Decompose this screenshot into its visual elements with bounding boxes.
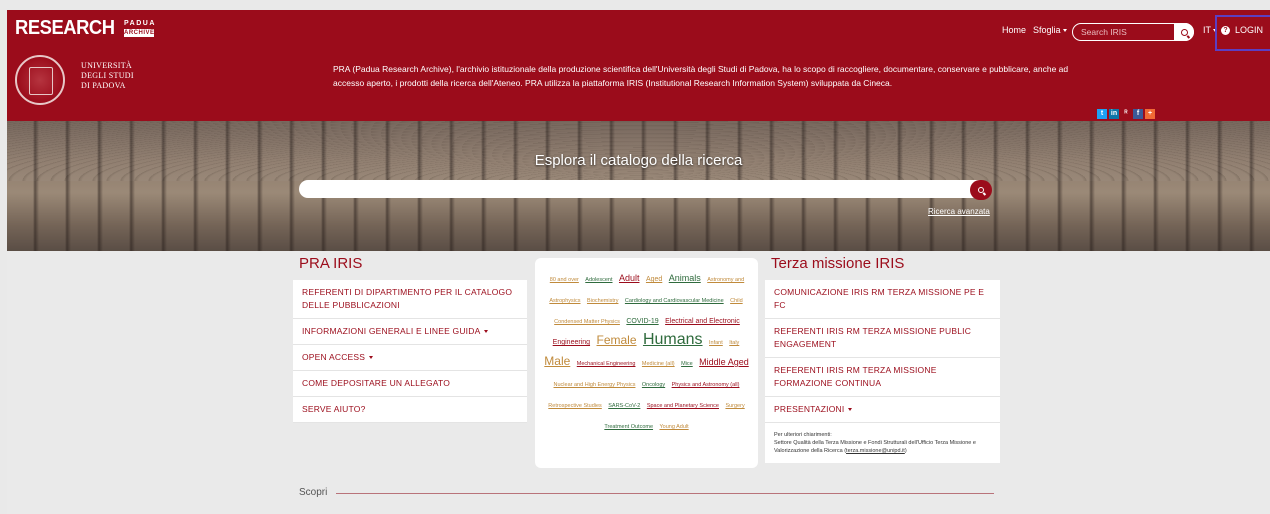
chevron-down-icon bbox=[848, 408, 853, 412]
tag-cloud-item[interactable]: Middle Aged bbox=[699, 357, 749, 367]
pra-iris-menu-item-label: COME DEPOSITARE UN ALLEGATO bbox=[302, 378, 451, 388]
tag-cloud-item[interactable]: Adolescent bbox=[585, 277, 612, 283]
search-icon bbox=[978, 187, 984, 193]
tag-cloud-item[interactable]: Medicine (all) bbox=[642, 361, 675, 367]
terza-missione-menu-item-label: REFERENTI IRIS RM TERZA MISSIONE PUBLIC … bbox=[774, 326, 972, 349]
tag-cloud-item[interactable]: Nuclear and High Energy Physics bbox=[554, 382, 636, 388]
linkedin-icon[interactable]: in bbox=[1109, 109, 1119, 119]
tag-cloud-item[interactable]: Italy bbox=[729, 340, 739, 346]
brand-sub-archive: ARCHIVE bbox=[124, 29, 155, 37]
advanced-search-link[interactable]: Ricerca avanzata bbox=[928, 207, 990, 216]
hero-search-bar bbox=[299, 180, 989, 198]
pra-iris-menu-item[interactable]: COME DEPOSITARE UN ALLEGATO bbox=[293, 371, 527, 397]
nav-browse-label: Sfoglia bbox=[1033, 25, 1061, 35]
tag-cloud-item[interactable]: Young Adult bbox=[659, 424, 688, 430]
scopri-heading: Scopri bbox=[299, 487, 328, 498]
tag-cloud-item[interactable]: Oncology bbox=[642, 382, 665, 388]
university-line-1: Università bbox=[81, 61, 132, 70]
chevron-down-icon bbox=[484, 330, 489, 334]
site-header: RESEARCH PADUA ARCHIVE Università degli … bbox=[7, 10, 1270, 121]
social-links: t in ᴿ f + bbox=[1097, 109, 1155, 119]
contact-info: Per ulteriori chiarimenti: Settore Qualit… bbox=[765, 423, 1000, 463]
brand-logo[interactable]: RESEARCH bbox=[15, 17, 115, 40]
pra-iris-menu-item-label: REFERENTI DI DIPARTIMENTO PER IL CATALOG… bbox=[302, 287, 513, 310]
pra-iris-menu-item[interactable]: INFORMAZIONI GENERALI E LINEE GUIDA bbox=[293, 319, 527, 345]
nav-browse[interactable]: Sfoglia bbox=[1033, 25, 1067, 35]
pra-iris-menu-item-label: INFORMAZIONI GENERALI E LINEE GUIDA bbox=[302, 326, 481, 336]
tag-cloud: 80 and over Adolescent Adult Aged Animal… bbox=[535, 258, 758, 468]
terza-missione-menu-item-label: COMUNICAZIONE IRIS RM TERZA MISSIONE PE … bbox=[774, 287, 985, 310]
brand-sub-padua: PADUA bbox=[124, 20, 156, 27]
researchgate-icon[interactable]: ᴿ bbox=[1121, 109, 1131, 119]
search-icon bbox=[1180, 28, 1188, 36]
login-label: LOGIN bbox=[1235, 25, 1264, 35]
hero-title: Esplora il catalogo della ricerca bbox=[534, 152, 743, 169]
nav-home[interactable]: Home bbox=[1002, 25, 1026, 35]
tag-cloud-item[interactable]: Mechanical Engineering bbox=[577, 361, 636, 367]
pra-iris-menu-item-label: OPEN ACCESS bbox=[302, 352, 366, 362]
hero-search-button[interactable] bbox=[970, 180, 992, 200]
terza-missione-menu: COMUNICAZIONE IRIS RM TERZA MISSIONE PE … bbox=[765, 280, 1000, 463]
twitter-icon[interactable]: t bbox=[1097, 109, 1107, 119]
tag-cloud-item[interactable]: Infant bbox=[709, 340, 723, 346]
university-seal-icon bbox=[15, 55, 65, 105]
tag-cloud-item[interactable]: Child bbox=[730, 298, 743, 304]
chevron-down-icon bbox=[369, 356, 374, 360]
header-search-button[interactable] bbox=[1174, 23, 1194, 41]
pra-iris-menu: REFERENTI DI DIPARTIMENTO PER IL CATALOG… bbox=[293, 280, 527, 423]
facebook-icon[interactable]: f bbox=[1133, 109, 1143, 119]
university-name: Università degli Studi di Padova bbox=[81, 61, 134, 91]
tag-cloud-item[interactable]: Male bbox=[544, 354, 570, 368]
page: RESEARCH PADUA ARCHIVE Università degli … bbox=[7, 10, 1270, 514]
tag-cloud-item[interactable]: Mice bbox=[681, 361, 693, 367]
tag-cloud-item[interactable]: Physics and Astronomy (all) bbox=[672, 382, 740, 388]
tag-cloud-item[interactable]: SARS-CoV-2 bbox=[608, 403, 640, 409]
add-icon[interactable]: + bbox=[1145, 109, 1155, 119]
terza-missione-menu-item[interactable]: COMUNICAZIONE IRIS RM TERZA MISSIONE PE … bbox=[765, 280, 1000, 319]
tag-cloud-item[interactable]: Biochemistry bbox=[587, 298, 618, 304]
terza-missione-menu-item[interactable]: REFERENTI IRIS RM TERZA MISSIONE PUBLIC … bbox=[765, 319, 1000, 358]
university-line-3: di Padova bbox=[81, 81, 126, 90]
pra-iris-menu-item[interactable]: OPEN ACCESS bbox=[293, 345, 527, 371]
pra-iris-menu-item[interactable]: REFERENTI DI DIPARTIMENTO PER IL CATALOG… bbox=[293, 280, 527, 319]
terza-missione-menu-item[interactable]: REFERENTI IRIS RM TERZA MISSIONE FORMAZI… bbox=[765, 358, 1000, 397]
tag-cloud-item[interactable]: Female bbox=[597, 333, 637, 347]
tag-cloud-item[interactable]: Cardiology and Cardiovascular Medicine bbox=[625, 298, 724, 304]
contact-email-link[interactable]: terza.missione@unipd.it bbox=[846, 448, 905, 454]
chevron-down-icon bbox=[1062, 29, 1067, 33]
header-search-input[interactable] bbox=[1081, 25, 1169, 39]
pra-iris-title: PRA IRIS bbox=[299, 255, 363, 272]
terza-missione-menu-item-label: PRESENTAZIONI bbox=[774, 404, 845, 414]
scopri-divider bbox=[336, 493, 994, 494]
terza-missione-menu-item-label: REFERENTI IRIS RM TERZA MISSIONE FORMAZI… bbox=[774, 365, 937, 388]
header-search bbox=[1072, 23, 1194, 41]
help-icon: ? bbox=[1221, 25, 1230, 35]
tag-cloud-item[interactable]: COVID-19 bbox=[626, 318, 658, 325]
tag-cloud-item[interactable]: Adult bbox=[619, 273, 640, 283]
tag-cloud-item[interactable]: Treatment Outcome bbox=[604, 424, 653, 430]
tag-cloud-item[interactable]: 80 and over bbox=[550, 277, 579, 283]
top-nav: Home Sfoglia bbox=[1002, 25, 1074, 35]
tag-cloud-item[interactable]: Humans bbox=[643, 331, 703, 348]
contact-intro: Per ulteriori chiarimenti: bbox=[774, 432, 832, 438]
tag-cloud-item[interactable]: Aged bbox=[646, 276, 662, 283]
language-label: IT bbox=[1203, 25, 1211, 35]
pra-iris-menu-item[interactable]: SERVE AIUTO? bbox=[293, 397, 527, 423]
intro-text: PRA (Padua Research Archive), l'archivio… bbox=[333, 64, 1069, 88]
tag-cloud-item[interactable]: Space and Planetary Science bbox=[647, 403, 719, 409]
tag-cloud-item[interactable]: Retrospective Studies bbox=[548, 403, 602, 409]
tag-cloud-item[interactable]: Surgery bbox=[725, 403, 744, 409]
contact-body: Settore Qualità della Terza Missione e F… bbox=[774, 440, 976, 454]
hero-search-input[interactable] bbox=[311, 182, 951, 196]
university-line-2: degli Studi bbox=[81, 71, 134, 80]
tag-cloud-item[interactable]: Condensed Matter Physics bbox=[554, 319, 620, 325]
login-link[interactable]: ? LOGIN bbox=[1221, 25, 1263, 35]
pra-iris-menu-item-label: SERVE AIUTO? bbox=[302, 404, 366, 414]
brand-sub: PADUA ARCHIVE bbox=[124, 20, 154, 37]
hero-banner: Esplora il catalogo della ricerca Ricerc… bbox=[7, 121, 1270, 251]
terza-missione-title: Terza missione IRIS bbox=[771, 255, 905, 272]
terza-missione-menu-item[interactable]: PRESENTAZIONI bbox=[765, 397, 1000, 423]
tag-cloud-item[interactable]: Animals bbox=[669, 273, 701, 283]
